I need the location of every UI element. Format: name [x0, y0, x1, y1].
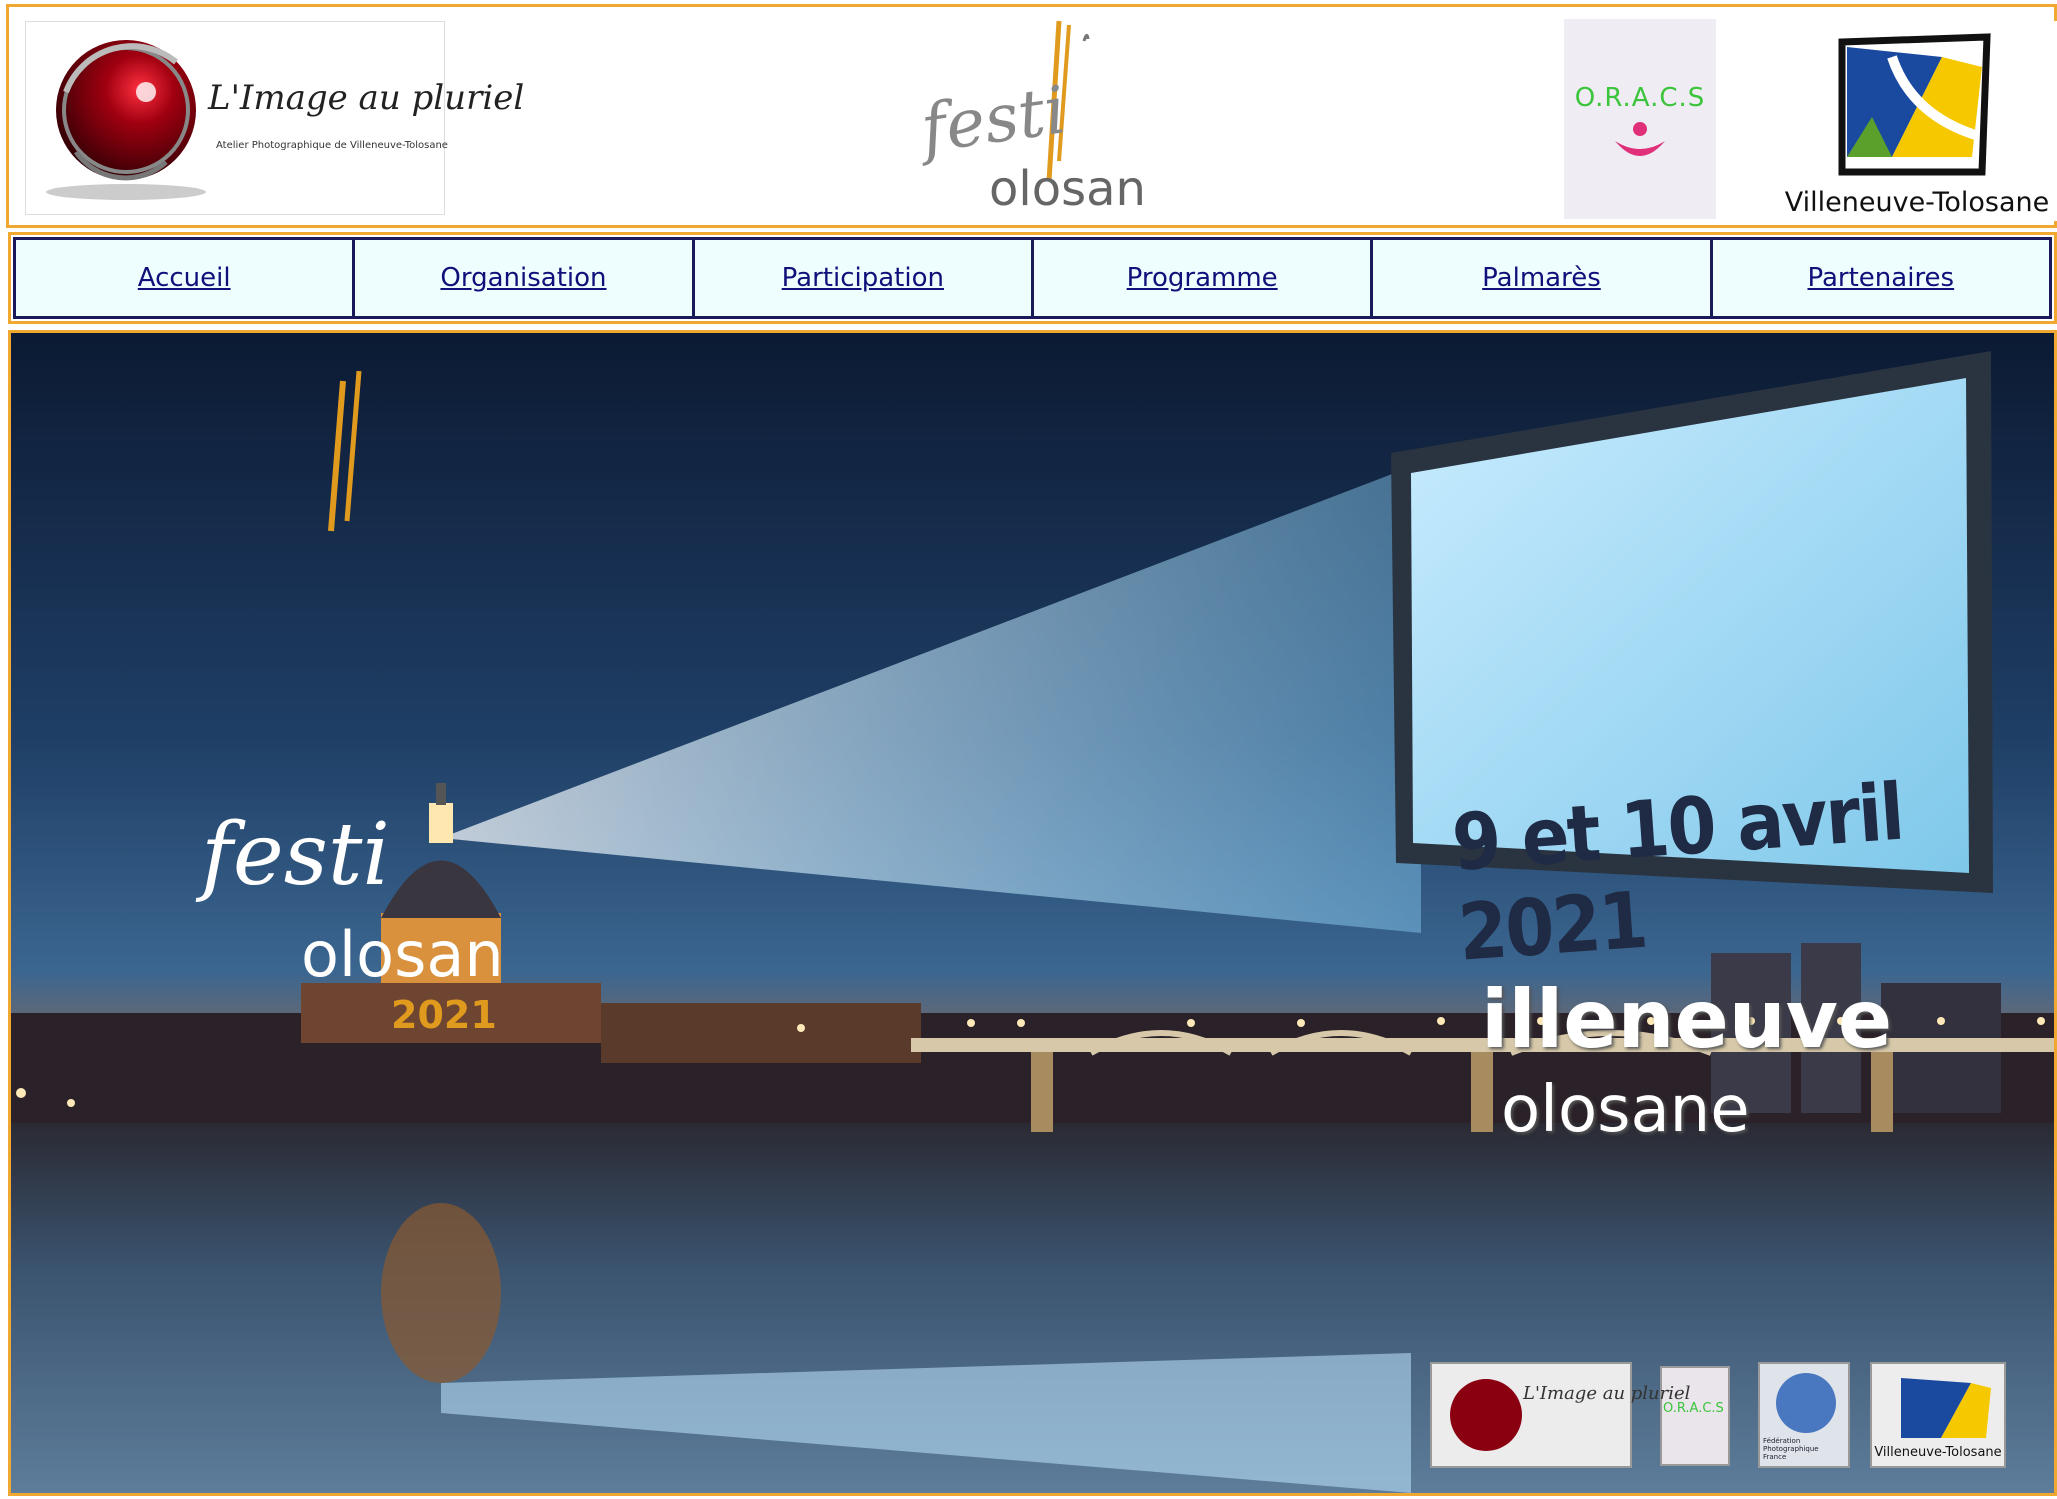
header-banner: L'Image au pluriel Atelier Photographiqu… [6, 4, 2057, 228]
nav-link-accueil[interactable]: Accueil [138, 263, 231, 293]
banner-festival-olosan: olosan [301, 918, 504, 991]
nav-item-palmares[interactable]: Palmarès [1373, 240, 1713, 316]
image-au-pluriel-title: L'Image au pluriel [208, 78, 525, 118]
villeneuve-emblem-icon [1838, 33, 1991, 176]
villeneuve-logo-text: Villeneuve-Tolosane [1784, 187, 2050, 218]
nav-link-programme[interactable]: Programme [1127, 263, 1278, 293]
banner-city-line2: olosane [1501, 1073, 1750, 1147]
banner-footer-fpf: Fédération Photographique France [1763, 1437, 1819, 1461]
banner-city-line1: illeneuve [1481, 973, 1893, 1066]
nav-link-partenaires[interactable]: Partenaires [1807, 263, 1954, 293]
nav-item-accueil[interactable]: Accueil [16, 240, 356, 316]
banner-festival-v-mark-icon [328, 371, 362, 532]
banner-footer-villeneuve: Villeneuve-Tolosane [1874, 1445, 2002, 1460]
festival-logo-olosan: olosan [989, 161, 1146, 217]
oracs-logo[interactable]: O.R.A.C.S [1564, 19, 1716, 219]
nav-item-organisation[interactable]: Organisation [355, 240, 695, 316]
nav-link-palmares[interactable]: Palmarès [1482, 263, 1601, 293]
oracs-logo-text: O.R.A.C.S [1574, 83, 1706, 113]
villeneuve-tolosane-logo[interactable]: Villeneuve-Tolosane [1772, 21, 2057, 221]
image-au-pluriel-subtitle: Atelier Photographique de Villeneuve-Tol… [216, 140, 448, 151]
oracs-smile-icon [1615, 122, 1665, 156]
nav-item-partenaires[interactable]: Partenaires [1712, 240, 2049, 316]
nav-link-participation[interactable]: Participation [782, 263, 944, 293]
nav-item-programme[interactable]: Programme [1033, 240, 1374, 316]
banner-festival-year: 2021 [391, 993, 497, 1037]
nav-table: Accueil Organisation Participation Progr… [13, 237, 2052, 319]
camera-lens-icon [46, 40, 206, 200]
festival-tolosan-logo[interactable]: festi olosan [909, 11, 1149, 225]
festival-poster-banner: festi olosan 2021 9 et 10 avril 2021 ill… [8, 330, 2057, 1496]
banner-festival-fest: festi [201, 805, 390, 905]
main-navigation: Accueil Organisation Participation Progr… [8, 232, 2057, 324]
image-au-pluriel-logo[interactable]: L'Image au pluriel Atelier Photographiqu… [25, 21, 524, 215]
nav-item-participation[interactable]: Participation [694, 240, 1034, 316]
nav-link-organisation[interactable]: Organisation [440, 263, 606, 293]
banner-footer-oracs: O.R.A.C.S [1663, 1401, 1724, 1416]
